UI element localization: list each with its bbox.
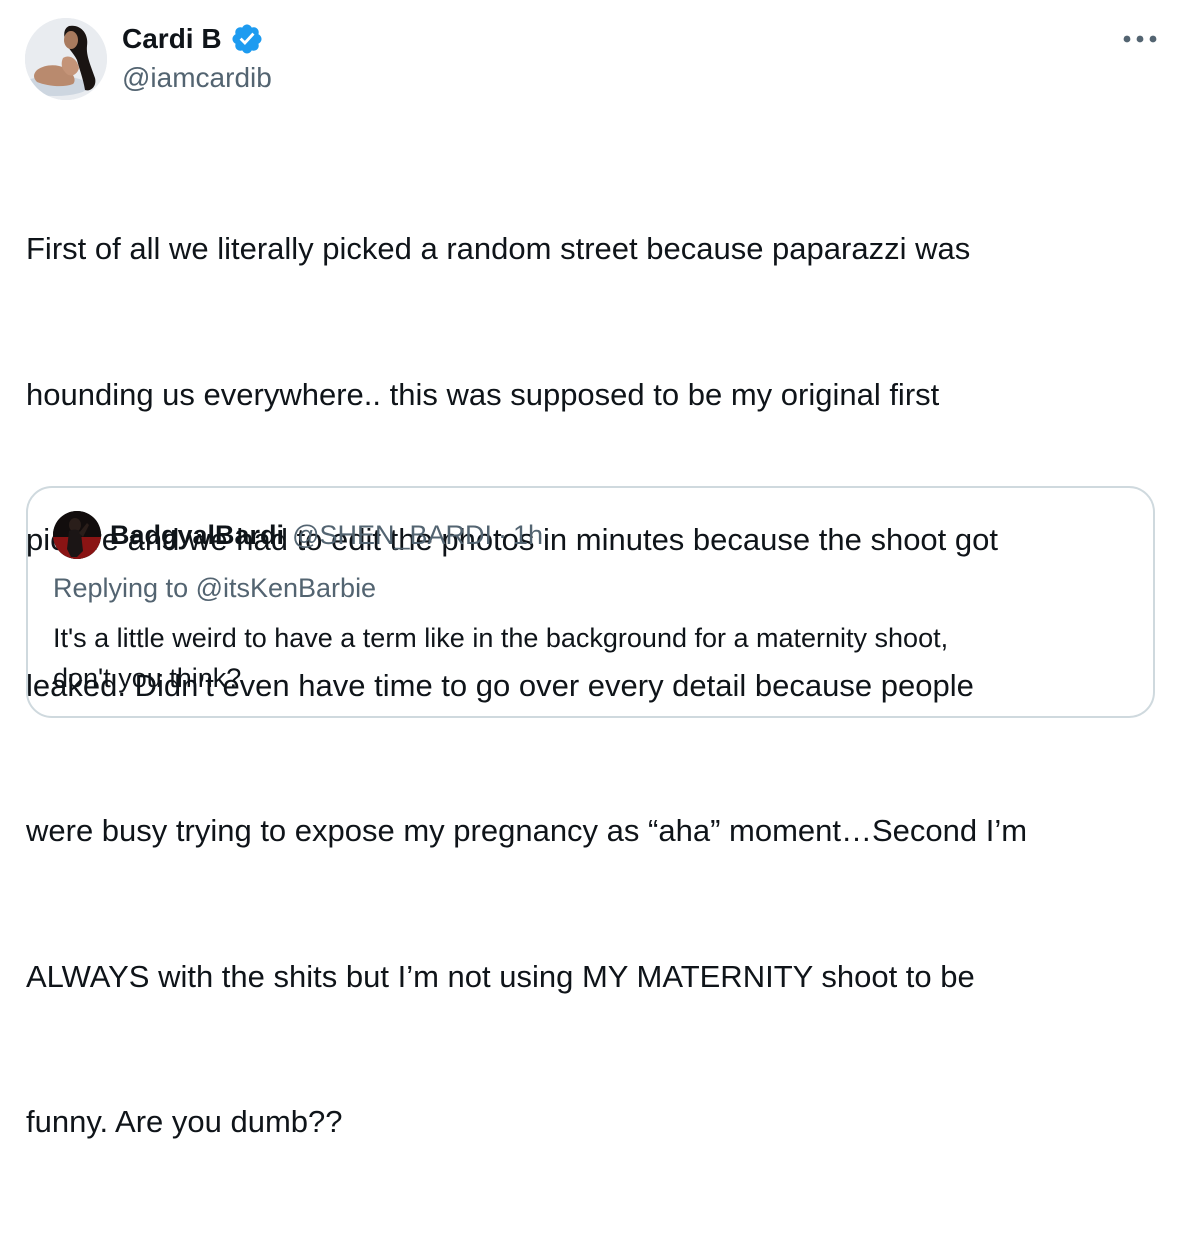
quoted-tweet-timestamp[interactable]: 1h xyxy=(513,516,543,554)
quoted-author-avatar[interactable] xyxy=(53,511,101,559)
tweet: Cardi B @iamcardib First of all we liter… xyxy=(0,0,1194,1139)
tweet-text-line: hounding us everywhere.. this was suppos… xyxy=(26,376,940,412)
author-display-name[interactable]: Cardi B xyxy=(122,20,222,58)
quoted-author-handle[interactable]: @SHEN_BARDI xyxy=(292,516,492,554)
author-name-row: Cardi B xyxy=(122,20,264,58)
separator-dot: · xyxy=(498,520,508,550)
quoted-tweet-text-line: It's a little weird to have a term like … xyxy=(53,623,949,653)
tweet-text-line: ALWAYS with the shits but I’m not using … xyxy=(26,958,975,994)
tweet-text-line: First of all we literally picked a rando… xyxy=(26,231,971,266)
quoted-tweet-header: BadgyalBardi @SHEN_BARDI · 1h xyxy=(110,516,543,554)
author-avatar-photo xyxy=(25,18,107,100)
replying-to-label: Replying to @itsKenBarbie xyxy=(53,573,377,603)
more-horizontal-icon xyxy=(1123,35,1157,43)
quoted-tweet-card[interactable]: BadgyalBardi @SHEN_BARDI · 1h Replying t… xyxy=(26,486,1155,718)
quoted-author-name[interactable]: BadgyalBardi xyxy=(110,516,284,554)
author-avatar[interactable] xyxy=(25,18,107,100)
more-options-button[interactable] xyxy=(1120,24,1160,54)
quoted-tweet-text-line: don't you think? xyxy=(53,663,242,693)
quoted-tweet-text: It's a little weird to have a term like … xyxy=(53,618,1133,698)
tweet-text-line: were busy trying to expose my pregnancy … xyxy=(26,813,1028,848)
quoted-author-avatar-photo xyxy=(53,511,101,559)
tweet-text-line: funny. Are you dumb?? xyxy=(26,1104,343,1139)
verified-badge-icon[interactable] xyxy=(230,22,264,56)
author-handle[interactable]: @iamcardib xyxy=(122,60,272,96)
